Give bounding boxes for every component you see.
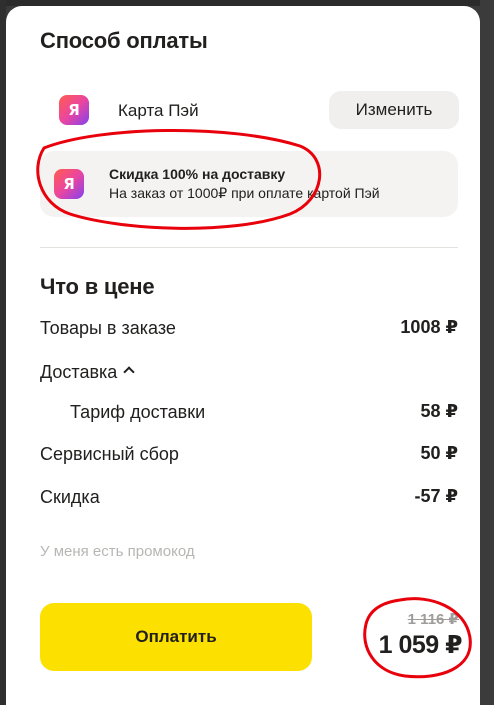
promo-banner-subtitle: На заказ от 1000₽ при оплате картой Пэй	[109, 185, 380, 201]
delivery-toggle[interactable]: Доставка	[40, 362, 135, 383]
price-row-value: -57 ₽	[414, 486, 458, 506]
promo-code-link[interactable]: У меня есть промокод	[40, 543, 195, 560]
change-payment-button[interactable]: Изменить	[329, 91, 459, 129]
old-total-price: 1 116 ₽	[407, 611, 459, 628]
payment-method-row[interactable]: Я	[59, 95, 89, 125]
total-price: 1 059 ₽	[378, 631, 463, 659]
price-section-title: Что в цене	[40, 274, 155, 299]
price-row-label: Доставка	[40, 362, 118, 382]
chevron-up-icon	[123, 366, 135, 378]
price-row-value: 1008 ₽	[400, 317, 458, 337]
payment-section-title: Способ оплаты	[40, 28, 208, 53]
price-row-value: 58 ₽	[420, 401, 458, 421]
section-divider	[40, 247, 458, 248]
window-frame-right	[480, 0, 494, 705]
delivery-discount-banner[interactable]: Я Скидка 100% на доставку На заказ от 10…	[40, 151, 458, 217]
price-row-label: Товары в заказе	[40, 318, 176, 338]
yandex-pay-icon: Я	[59, 95, 89, 125]
checkout-card: Способ оплаты Я Карта Пэй Изменить Я Ски…	[6, 6, 480, 705]
payment-method-label: Карта Пэй	[118, 101, 199, 120]
pay-button[interactable]: Оплатить	[40, 603, 312, 671]
price-row-label: Сервисный сбор	[40, 444, 179, 464]
promo-banner-title: Скидка 100% на доставку	[109, 166, 286, 182]
price-row-label: Скидка	[40, 487, 100, 507]
price-row-value: 50 ₽	[420, 443, 458, 463]
yandex-pay-icon: Я	[54, 169, 84, 199]
price-row-label: Тариф доставки	[70, 402, 206, 422]
